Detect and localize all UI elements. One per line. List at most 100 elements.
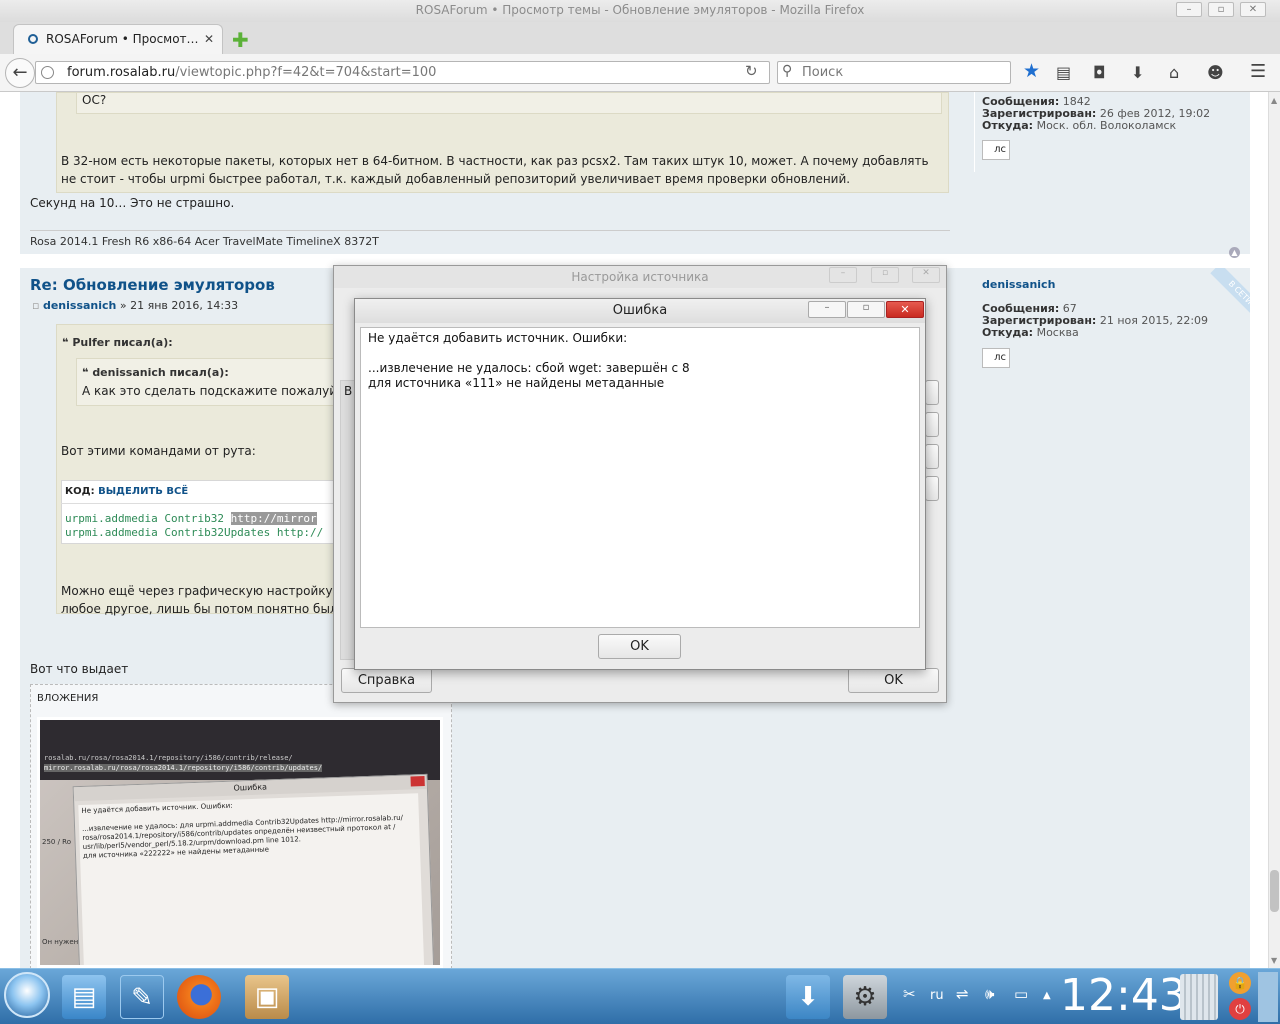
file-manager-icon[interactable]: ▤ (62, 975, 106, 1019)
code-line-2: urpmi.addmedia Contrib32Updates http:// (65, 526, 324, 539)
dialog-close-button[interactable]: ✕ (912, 267, 940, 283)
source-ok-button[interactable]: OK (848, 668, 939, 693)
search-input[interactable]: Поиск (777, 61, 1011, 84)
page-scrollbar[interactable] (1268, 92, 1280, 968)
post-title[interactable]: Re: Обновление эмуляторов (30, 276, 275, 294)
side-button-2[interactable] (925, 412, 939, 437)
side-button-1[interactable] (925, 380, 939, 405)
settings-icon[interactable]: ⚙ (843, 975, 887, 1019)
dialog-minimize-button[interactable]: – (829, 267, 857, 283)
keyboard-layout[interactable]: ru (930, 988, 944, 1003)
search-icon: ⚲ (782, 63, 793, 79)
usb-icon[interactable]: ⇌ (956, 985, 969, 1003)
menu-icon[interactable]: ☰ (1250, 61, 1266, 82)
attachment-photo[interactable]: rosalab.ru/rosa/rosa2014.1/repository/i5… (37, 717, 443, 968)
downloads-folder-icon[interactable]: ⬇ (786, 975, 830, 1019)
reg-date: 21 ноя 2015, 22:09 (1099, 314, 1209, 327)
side-button-4[interactable] (925, 476, 939, 501)
back-button[interactable]: ← (5, 58, 35, 88)
quote-author: Pulfer писал(а): (72, 336, 173, 349)
pm-label: лс (994, 352, 1006, 363)
inner-quote-author: denissanich писал(а): (92, 366, 229, 379)
clock[interactable]: 12:43 (1060, 968, 1187, 1024)
attachments-label: ВЛОЖЕНИЯ (37, 693, 99, 704)
close-window-button[interactable]: ✕ (1240, 2, 1266, 17)
site-identity-icon[interactable] (41, 66, 54, 79)
inner-quote-text: А как это сделать подскажите пожалуйста (82, 384, 358, 398)
post-body: Секунд на 10… Это не страшно. (30, 196, 235, 210)
back-to-top-icon[interactable]: ▲ (1229, 247, 1240, 258)
profile-location: Откуда: Моск. обл. Волоколамск (982, 119, 1176, 132)
power-icon[interactable]: ⏻ (1229, 998, 1251, 1020)
post-icon: ▫ (32, 299, 40, 312)
lock-icon[interactable]: 🔒 (1229, 972, 1251, 994)
error-close-button[interactable]: ✕ (886, 301, 924, 318)
code-text: urpmi.addmedia Contrib32 (65, 512, 231, 525)
quote-text-1: Вот этими командами от рута: (61, 444, 256, 458)
minimize-button[interactable]: – (1176, 2, 1202, 17)
url-bar[interactable]: forum.rosalab.ru/viewtopic.php?f=42&t=70… (35, 61, 770, 84)
profile-name[interactable]: denissanich (982, 278, 1055, 291)
quote-author-line: ❝ Pulfer писал(а): (62, 336, 173, 349)
tab-rosaforum[interactable]: ROSAForum • Просмот… ✕ (13, 24, 223, 54)
signature: Rosa 2014.1 Fresh R6 x86-64 Acer TravelM… (30, 235, 379, 248)
trash-icon[interactable] (1180, 974, 1218, 1020)
new-tab-icon[interactable]: ✚ (232, 28, 249, 52)
dialog-maximize-button[interactable]: ▫ (871, 267, 899, 283)
online-badge-label: В СЕТИ (1210, 268, 1250, 323)
scroll-down-icon[interactable]: ▼ (1271, 956, 1277, 965)
clipboard-icon[interactable]: ✂ (903, 985, 916, 1003)
help-button[interactable]: Справка (341, 668, 432, 693)
bookmark-star-icon[interactable]: ★ (1023, 60, 1040, 82)
window-title-bar: ROSAForum • Просмотр темы - Обновление э… (0, 0, 1280, 22)
pm-button[interactable]: лс (982, 140, 1010, 160)
url-path: /viewtopic.php?f=42&t=704&start=100 (175, 65, 437, 80)
post-author[interactable]: denissanich (43, 299, 116, 312)
from-label: Откуда: (982, 119, 1034, 132)
maximize-button[interactable]: ▫ (1208, 2, 1234, 17)
pocket-icon[interactable]: ◘ (1093, 63, 1106, 82)
quote-mark-icon: ❝ (62, 336, 69, 349)
url-host: forum.rosalab.ru (67, 65, 176, 80)
error-line-3: для источника «111» не найдены метаданны… (368, 376, 665, 390)
photo-close-icon (410, 775, 425, 787)
close-tab-icon[interactable]: ✕ (204, 25, 214, 53)
bookmarks-menu-icon[interactable]: ▤ (1056, 63, 1071, 82)
error-maximize-button[interactable]: ▫ (847, 301, 885, 318)
text-editor-icon[interactable]: ✎ (120, 975, 164, 1019)
error-message-area[interactable]: Не удаётся добавить источник. Ошибки: ..… (360, 327, 920, 628)
package-manager-icon[interactable]: ▣ (245, 975, 289, 1019)
inner-quote-author-line: ❝ denissanich писал(а): (82, 366, 229, 379)
firefox-icon[interactable] (177, 975, 221, 1019)
error-line-2: ...извлечение не удалось: сбой wget: зав… (368, 361, 690, 375)
home-icon[interactable]: ⌂ (1169, 63, 1179, 82)
error-ok-button[interactable]: OK (598, 634, 681, 659)
quote-mark-icon: ❝ (82, 366, 89, 379)
side-button-3[interactable] (925, 444, 939, 469)
tray-expand-icon[interactable]: ▲ (1043, 990, 1051, 1001)
photo-dialog: Ошибка Не удаётся добавить источник. Оши… (72, 773, 435, 965)
downloads-icon[interactable]: ⬇ (1131, 63, 1144, 82)
profile-location: Откуда: Москва (982, 326, 1079, 339)
error-minimize-button[interactable]: – (808, 301, 846, 318)
reload-icon[interactable]: ↻ (745, 62, 758, 80)
nested-quote (76, 92, 942, 114)
show-desktop-button[interactable] (1258, 972, 1278, 1022)
post-body: Вот что выдает (30, 662, 129, 676)
post-date: » 21 янв 2016, 14:33 (116, 299, 239, 312)
tab-label: ROSAForum • Просмот… (46, 32, 199, 46)
chat-icon[interactable]: ☻ (1207, 63, 1224, 82)
photo-side-text: 250 / Ro (42, 838, 72, 846)
source-settings-title: Настройка источника (571, 270, 709, 284)
quote-text: В 32-ном есть некоторые пакеты, которых … (61, 154, 929, 186)
from-label: Откуда: (982, 326, 1034, 339)
start-menu-icon[interactable] (4, 972, 50, 1018)
scroll-up-icon[interactable]: ▲ (1271, 96, 1277, 105)
volume-icon[interactable]: 🕪 (985, 985, 994, 1003)
code-header: КОД: ВЫДЕЛИТЬ ВСЁ (65, 486, 188, 497)
pm-button[interactable]: лс (982, 348, 1010, 368)
scrollbar-thumb[interactable] (1270, 870, 1279, 912)
select-all-link[interactable]: ВЫДЕЛИТЬ ВСЁ (98, 486, 188, 497)
photo-dialog-body: Не удаётся добавить источник. Ошибки: ..… (78, 793, 425, 965)
network-icon[interactable]: ▭ (1014, 985, 1028, 1003)
